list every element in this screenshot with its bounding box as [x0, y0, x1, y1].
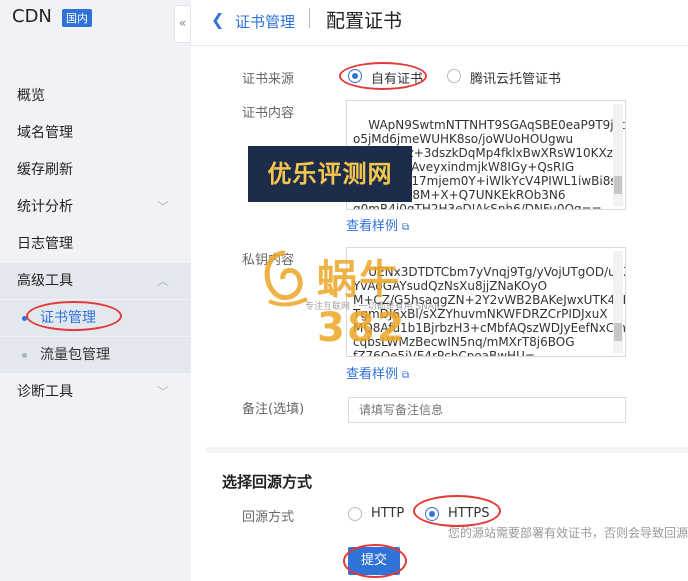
submit-button[interactable]: 提交	[348, 547, 400, 575]
origin-https-label[interactable]: HTTPS	[448, 506, 490, 521]
watermark-box: 优乐评测网	[248, 146, 412, 202]
origin-http-label[interactable]: HTTP	[371, 506, 404, 521]
sidebar-item-label: 缓存刷新	[17, 162, 73, 178]
cert-source-label: 证书来源	[242, 72, 295, 87]
origin-method-label: 回源方式	[242, 510, 295, 525]
sidebar-item-overview[interactable]: 概览	[0, 78, 191, 114]
breadcrumb-cert-management[interactable]: 证书管理	[235, 11, 295, 32]
scroll-thumb[interactable]	[614, 176, 622, 194]
cert-source-own-label[interactable]: 自有证书	[371, 68, 423, 87]
sidebar-item-statistics[interactable]: 统计分析 ﹀	[0, 189, 191, 225]
origin-section-title: 选择回源方式	[222, 473, 313, 491]
sidebar-item-logs[interactable]: 日志管理	[0, 226, 191, 262]
region-badge: 国内	[62, 9, 92, 27]
external-link-icon: ⧉	[402, 370, 410, 381]
breadcrumb-divider	[309, 8, 310, 28]
scroll-thumb[interactable]	[614, 323, 622, 341]
watermark-logo-subtext: 专注互联网 · 一切都是有用 SNAIL	[305, 302, 442, 312]
sidebar-item-label: 流量包管理	[40, 347, 110, 363]
cert-content-label: 证书内容	[242, 106, 295, 121]
origin-hint: 您的源站需要部署有效证书，否则会导致回源失败	[448, 526, 688, 540]
sidebar-item-label: 诊断工具	[17, 384, 73, 400]
chevron-up-icon: ︿	[156, 274, 169, 288]
cert-source-tencent-label[interactable]: 腾讯云托管证书	[470, 68, 561, 87]
cert-content-scrollbar[interactable]	[613, 104, 623, 206]
sidebar-item-traffic-package[interactable]: 流量包管理	[0, 337, 191, 373]
remark-label: 备注(选填)	[242, 402, 305, 417]
key-view-example-link[interactable]: 查看样例 ⧉	[346, 363, 409, 382]
back-arrow-icon[interactable]: ❮	[211, 10, 224, 29]
section-divider	[206, 447, 688, 453]
external-link-icon: ⧉	[402, 222, 410, 233]
cert-source-tencent-radio[interactable]	[447, 69, 461, 83]
sidebar-item-cache-refresh[interactable]: 缓存刷新	[0, 152, 191, 188]
page-header: ❮ 证书管理 配置证书	[191, 0, 688, 46]
view-example-text: 查看样例	[346, 367, 399, 382]
bullet-icon	[22, 316, 27, 321]
watermark-logo: 蜗牛382 专注互联网 · 一切都是有用 SNAIL	[255, 243, 445, 351]
sidebar-item-label: 证书管理	[40, 310, 96, 326]
brand: CDN 国内	[0, 0, 172, 38]
sidebar-item-label: 域名管理	[17, 125, 73, 141]
chevron-down-icon: ﹀	[156, 200, 169, 214]
sidebar-item-label: 日志管理	[17, 236, 73, 252]
collapse-sidebar-icon[interactable]: «	[174, 5, 191, 43]
bullet-icon	[22, 353, 27, 358]
remark-input[interactable]	[348, 397, 626, 423]
sidebar: CDN 国内 « 概览 域名管理 缓存刷新 统计分析 ﹀ 日志管理 高级工具 ︿ 证…	[0, 0, 191, 581]
page-title: 配置证书	[326, 10, 403, 32]
sidebar-item-label: 高级工具	[17, 273, 73, 289]
chevron-down-icon: ﹀	[156, 385, 169, 399]
origin-https-radio[interactable]	[425, 507, 439, 521]
cert-source-own-radio[interactable]	[348, 69, 362, 83]
sidebar-item-label: 概览	[17, 88, 45, 104]
sidebar-item-advanced-tools[interactable]: 高级工具 ︿	[0, 263, 191, 299]
view-example-text: 查看样例	[346, 219, 399, 234]
private-key-scrollbar[interactable]	[613, 251, 623, 353]
cert-view-example-link[interactable]: 查看样例 ⧉	[346, 215, 409, 234]
sidebar-item-domains[interactable]: 域名管理	[0, 115, 191, 151]
origin-http-radio[interactable]	[348, 507, 362, 521]
sidebar-item-label: 统计分析	[17, 199, 73, 215]
sidebar-item-diagnostics[interactable]: 诊断工具 ﹀	[0, 374, 191, 410]
brand-title: CDN	[12, 6, 52, 27]
sidebar-item-cert-management[interactable]: 证书管理	[0, 300, 191, 336]
